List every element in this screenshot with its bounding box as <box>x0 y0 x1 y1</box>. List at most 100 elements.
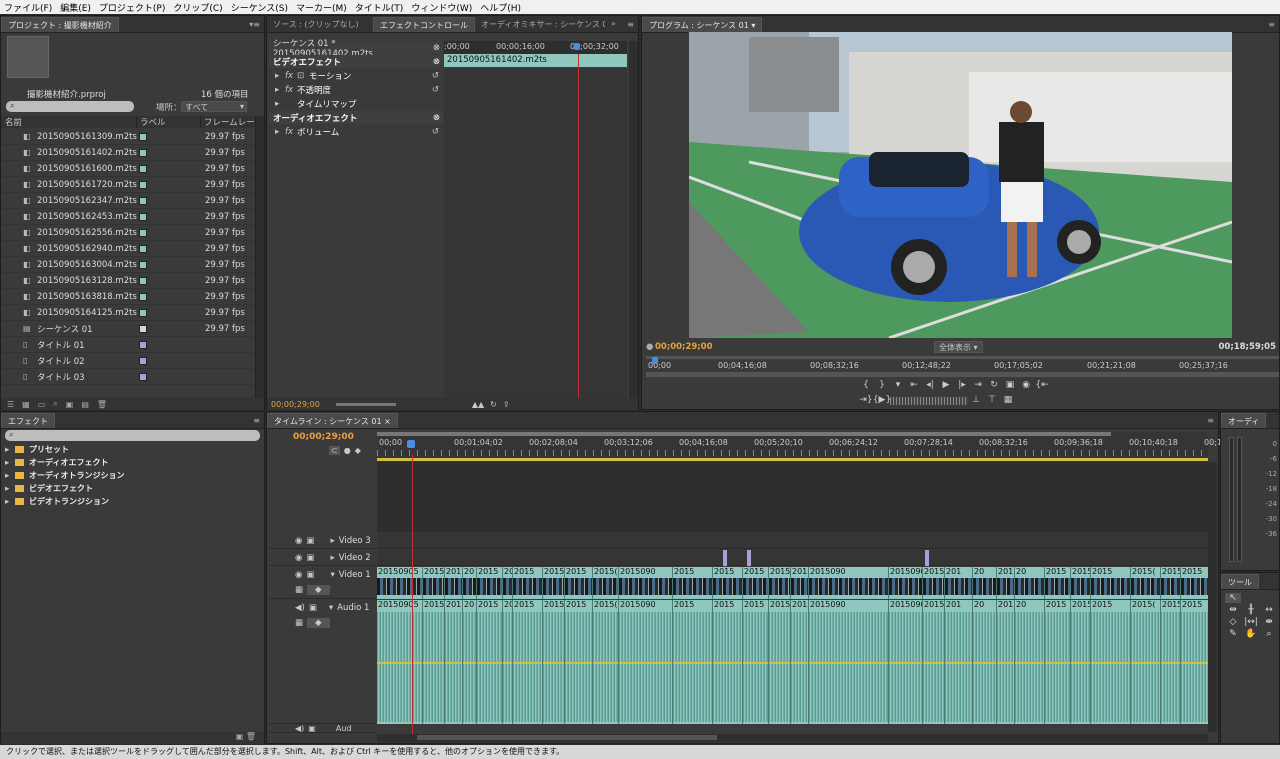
label-swatch[interactable] <box>139 180 147 189</box>
panel-menu-icon[interactable]: ≡ <box>623 20 638 32</box>
label-swatch[interactable] <box>139 244 147 253</box>
effects-folder[interactable]: ▸ オーディオトランジション <box>5 469 260 482</box>
audio-clip[interactable]: 2015( <box>1131 600 1161 724</box>
project-list-item[interactable]: ▯ タイトル 01 <box>1 337 254 353</box>
video-clip[interactable]: 2015 <box>769 567 791 599</box>
effect-item-motion[interactable]: ▸ fx ⊡ モーション ↺ <box>269 69 443 83</box>
display-style-icon[interactable]: ▦ <box>295 618 303 628</box>
volume-line[interactable] <box>997 662 1014 664</box>
reset-icon[interactable]: ↺ <box>432 127 443 137</box>
effects-folder[interactable]: ▸ ビデオエフェクト <box>5 482 260 495</box>
jog-shuttle[interactable] <box>890 397 968 405</box>
new-bin-icon[interactable]: ▣ <box>236 732 244 741</box>
audio-clip[interactable]: 20 <box>463 600 477 724</box>
audio-clip[interactable]: 2015 <box>997 600 1015 724</box>
program-timecode[interactable]: 00;00;29;00 <box>655 342 713 352</box>
audio-clip[interactable]: 2015090 <box>619 600 673 724</box>
tab-audio-mixer[interactable]: オーディオミキサー : シーケンス 01 <box>475 17 605 32</box>
audio-clip[interactable]: 2015 <box>1071 600 1091 724</box>
col-label[interactable]: ラベル <box>137 116 201 128</box>
speaker-icon[interactable]: ◀) <box>295 725 304 732</box>
volume-line[interactable] <box>1071 662 1090 664</box>
collapse-triangle-icon[interactable]: ▾ <box>330 570 334 580</box>
video-clip[interactable]: 2015 <box>743 567 769 599</box>
project-list-item[interactable]: ▯ タイトル 03 <box>1 369 254 385</box>
audio-clip[interactable]: 2015 <box>565 600 593 724</box>
tab-audio-meter[interactable]: オーディ <box>1221 413 1267 428</box>
volume-line[interactable] <box>543 662 564 664</box>
volume-line[interactable] <box>673 662 712 664</box>
toggle-icon[interactable]: ⊗ <box>433 113 443 123</box>
label-swatch[interactable] <box>139 356 147 365</box>
project-list-item[interactable]: ◧ 20150905163004.m2ts 29.97 fps <box>1 257 254 273</box>
menu-item[interactable]: ウィンドウ(W) <box>411 1 472 14</box>
tab-timeline[interactable]: タイムライン : シーケンス 01 × <box>267 413 398 428</box>
tab-effects[interactable]: エフェクト <box>1 413 55 428</box>
play-in-to-out-icon[interactable]: {▶} <box>873 393 891 407</box>
fit-select[interactable]: 全体表示 ▾ <box>934 341 983 353</box>
icon-view-icon[interactable]: ▦ <box>22 400 30 409</box>
menu-item[interactable]: 編集(E) <box>60 1 91 14</box>
selection-tool-icon[interactable]: ↖ <box>1225 593 1241 603</box>
toggle-icon[interactable]: ⊗ <box>433 43 443 53</box>
ripple-edit-tool-icon[interactable]: ⇹ <box>1225 605 1241 615</box>
col-fps[interactable]: フレームレート <box>201 116 254 128</box>
volume-line[interactable] <box>809 662 888 664</box>
snap-icon[interactable]: ⊂ <box>329 446 340 455</box>
expand-triangle-icon[interactable]: ▸ <box>5 471 15 481</box>
menu-item[interactable]: タイトル(T) <box>355 1 404 14</box>
project-list-item[interactable]: ◧ 20150905164125.m2ts 29.97 fps <box>1 305 254 321</box>
automate-icon[interactable]: ▭ <box>38 400 46 409</box>
track-header-video1[interactable]: ◉ ▣ ▾ Video 1 ▦ ◆ <box>269 567 376 599</box>
audio-clip[interactable]: 2015 <box>713 600 743 724</box>
project-list-item[interactable]: ◧ 20150905161402.m2ts 29.97 fps <box>1 145 254 161</box>
slip-tool-icon[interactable]: |↔| <box>1243 617 1259 627</box>
label-swatch[interactable] <box>139 196 147 205</box>
safe-margins-icon[interactable]: ▣ <box>1002 378 1018 392</box>
volume-line[interactable] <box>1015 662 1044 664</box>
video-clip[interactable]: 2015 <box>997 567 1015 599</box>
panel-menu-icon[interactable]: ≡ <box>249 416 264 428</box>
audio-clip[interactable]: 20150905 <box>377 600 423 724</box>
zoom-slider[interactable] <box>335 402 396 406</box>
go-to-out-icon[interactable]: ⇥ <box>970 378 986 392</box>
video-clip[interactable]: 2015 <box>673 567 713 599</box>
collapse-triangle-icon[interactable]: ▾ <box>329 603 333 613</box>
find-icon[interactable]: ⌕ <box>53 399 57 409</box>
audio-clip[interactable]: 2015 <box>743 600 769 724</box>
audio-clip[interactable]: 2015 <box>513 600 543 724</box>
add-marker-icon[interactable]: ▾ <box>890 378 906 392</box>
menu-item[interactable]: クリップ(C) <box>173 1 222 14</box>
label-swatch[interactable] <box>139 276 147 285</box>
mark-out-icon[interactable]: } <box>874 378 890 392</box>
toggle-icon[interactable]: ⊗ <box>433 57 443 67</box>
project-scrollbar[interactable] <box>255 116 264 399</box>
razor-tool-icon[interactable]: ◇ <box>1225 617 1241 627</box>
video-clip[interactable]: 20150905 <box>377 567 423 599</box>
track-header-audio1[interactable]: ◀) ▣ ▾ Audio 1 ▦ ◆ <box>269 600 376 724</box>
delete-icon[interactable]: 🗑 <box>246 732 256 741</box>
volume-line[interactable] <box>973 662 996 664</box>
go-to-prev-edit-icon[interactable]: {⇤ <box>1034 378 1050 392</box>
label-swatch[interactable] <box>139 340 147 349</box>
audio-clip[interactable]: 20150905 <box>889 600 923 724</box>
volume-line[interactable] <box>445 662 462 664</box>
effects-folder[interactable]: ▸ プリセット <box>5 443 260 456</box>
project-list-item[interactable]: ◧ 20150905161309.m2ts 29.97 fps <box>1 129 254 145</box>
volume-line[interactable] <box>463 662 476 664</box>
loop-icon[interactable]: ↻ <box>986 378 1002 392</box>
delete-icon[interactable]: 🗑 <box>97 400 107 409</box>
trim-monitor-icon[interactable]: ▦ <box>1000 393 1016 407</box>
video-clip[interactable]: 20150905 <box>889 567 923 599</box>
search-input[interactable]: ⌕ <box>6 101 134 112</box>
tab-project[interactable]: プロジェクト : 撮影機材紹介 <box>1 17 119 32</box>
volume-line[interactable] <box>1161 662 1180 664</box>
go-to-next-edit-icon[interactable]: ⇥} <box>858 393 874 407</box>
audio-clip[interactable]: 2015 <box>1181 600 1208 724</box>
effects-folder[interactable]: ▸ オーディオエフェクト <box>5 456 260 469</box>
audio-clip[interactable]: 2015 <box>1045 600 1071 724</box>
location-select[interactable]: すべて ▾ <box>181 101 247 112</box>
volume-line[interactable] <box>423 662 444 664</box>
audio-clip[interactable]: 2015 <box>923 600 945 724</box>
video-clip[interactable]: 201 <box>445 567 463 599</box>
